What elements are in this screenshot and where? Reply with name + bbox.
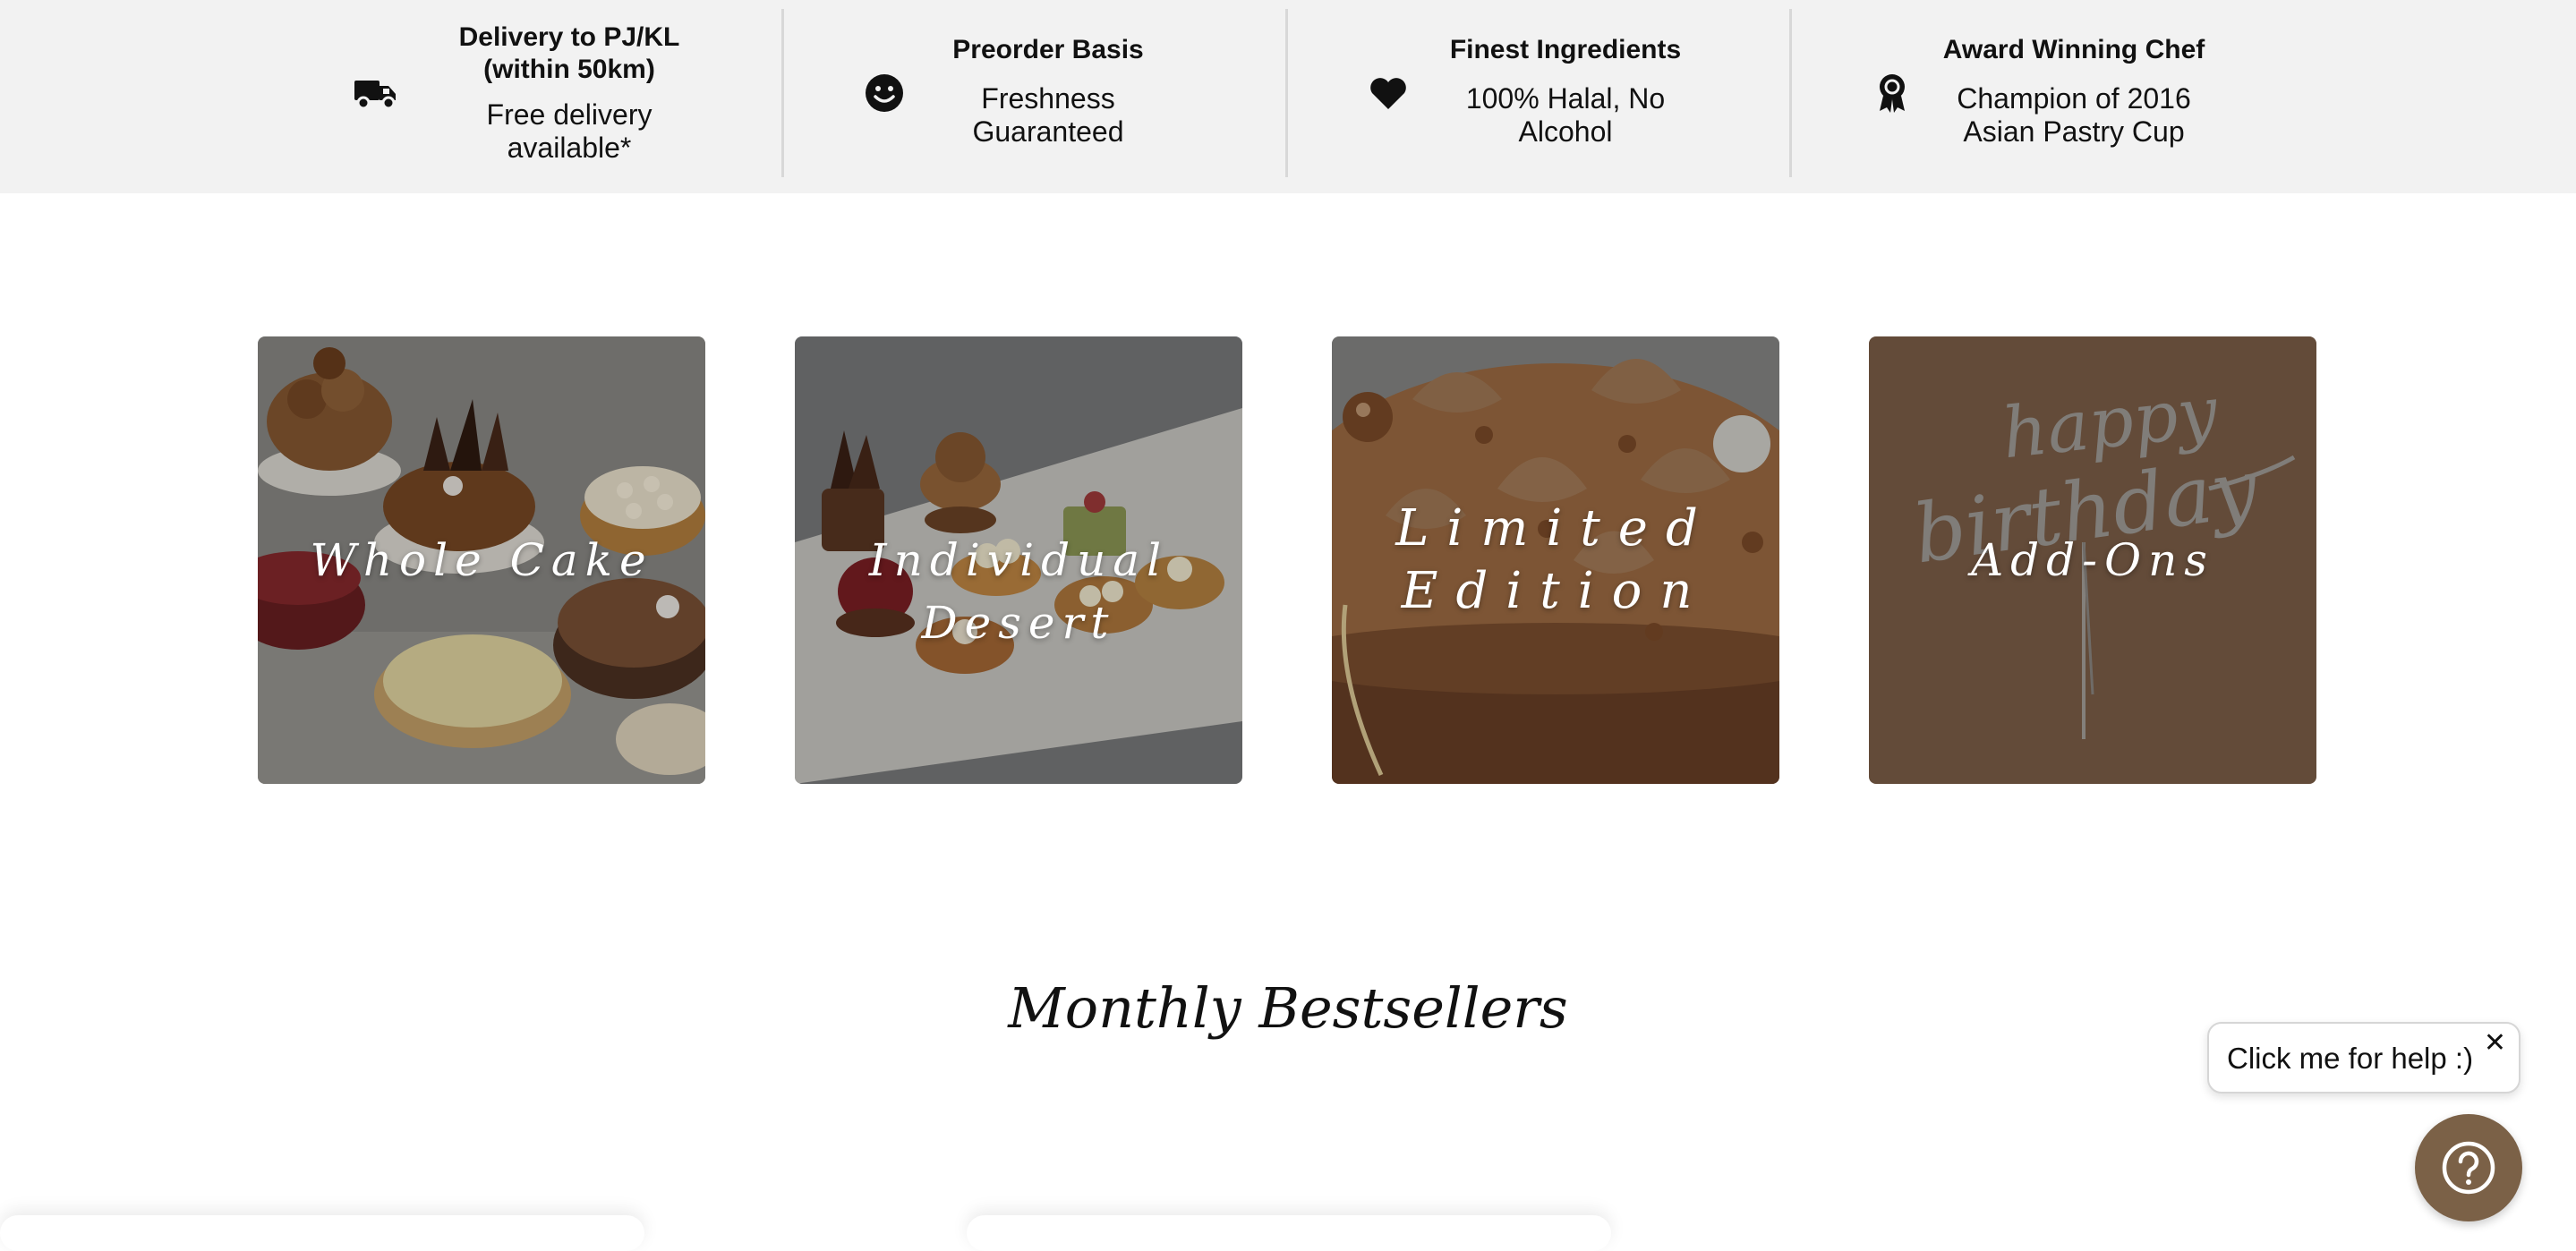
feature-title-line: (within 50km) [483,55,655,84]
category-whole-cake[interactable]: Whole Cake [258,336,705,784]
feature-delivery-text: Delivery to PJ/KL (within 50km) Free del… [435,21,704,165]
feature-title-line: Award Winning Chef [1942,35,2205,64]
close-icon[interactable]: ✕ [2484,1027,2506,1059]
help-button[interactable] [2415,1114,2522,1221]
feature-ingredients: Finest Ingredients 100% Halal, No Alcoho… [1288,0,1789,193]
section-title: Monthly Bestsellers [1008,975,1568,1041]
feature-title: Delivery to PJ/KL (within 50km) [435,21,704,86]
question-circle-icon [2442,1141,2495,1195]
category-label-line: Limited [1395,499,1716,557]
feature-desc-line: Freshness [981,82,1115,115]
category-label: Whole Cake [310,534,653,586]
feature-desc-line: Champion of 2016 [1957,82,2191,115]
feature-preorder: Preorder Basis Freshness Guaranteed [784,0,1285,193]
category-label-line: Edition [1401,562,1710,620]
feature-title-line: Finest Ingredients [1449,35,1682,64]
feature-award-text: Award Winning Chef Champion of 2016 Asia… [1940,34,2208,149]
heart-icon [1365,70,1412,116]
feature-desc-line: Guaranteed [972,115,1124,148]
truck-icon [353,70,399,116]
feature-desc-line: Free delivery [486,98,653,131]
feature-award: Award Winning Chef Champion of 2016 Asia… [1792,0,2329,193]
feature-desc: Free delivery available* [435,98,704,165]
feature-desc: Freshness Guaranteed [936,82,1160,149]
feature-desc-line: 100% Halal, No [1465,82,1666,115]
product-card-peek [967,1215,1611,1251]
feature-desc: Champion of 2016 Asian Pastry Cup [1940,82,2208,149]
feature-preorder-text: Preorder Basis Freshness Guaranteed [936,34,1160,149]
feature-title-line: Preorder Basis [952,35,1144,64]
feature-desc-line: Alcohol [1518,115,1613,148]
award-icon [1869,70,1915,116]
feature-title: Finest Ingredients [1440,34,1691,66]
smiley-icon [861,70,908,116]
category-add-ons[interactable]: happy birthday Add-Ons [1869,336,2316,784]
feature-title: Preorder Basis [936,34,1160,66]
category-label: Add-Ons [1971,534,2214,586]
category-label: Limited Edition [1332,498,1779,623]
category-individual-desert[interactable]: Individual Desert [795,336,1242,784]
category-label: Individual Desert [868,534,1169,649]
feature-delivery: Delivery to PJ/KL (within 50km) Free del… [0,0,779,193]
product-card-peek [0,1215,644,1251]
feature-title-line: Delivery to PJ/KL [458,22,680,52]
help-bubble-text[interactable]: Click me for help :) [2227,1042,2473,1076]
feature-desc-line: available* [507,132,632,164]
feature-bar: Delivery to PJ/KL (within 50km) Free del… [0,0,2576,193]
help-bubble[interactable]: Click me for help :) ✕ [2207,1022,2521,1094]
feature-desc-line: Asian Pastry Cup [1963,115,2185,148]
feature-desc: 100% Halal, No Alcohol [1440,82,1691,149]
feature-ingredients-text: Finest Ingredients 100% Halal, No Alcoho… [1440,34,1691,149]
category-limited-edition[interactable]: Limited Edition [1332,336,1779,784]
feature-title: Award Winning Chef [1940,34,2208,66]
